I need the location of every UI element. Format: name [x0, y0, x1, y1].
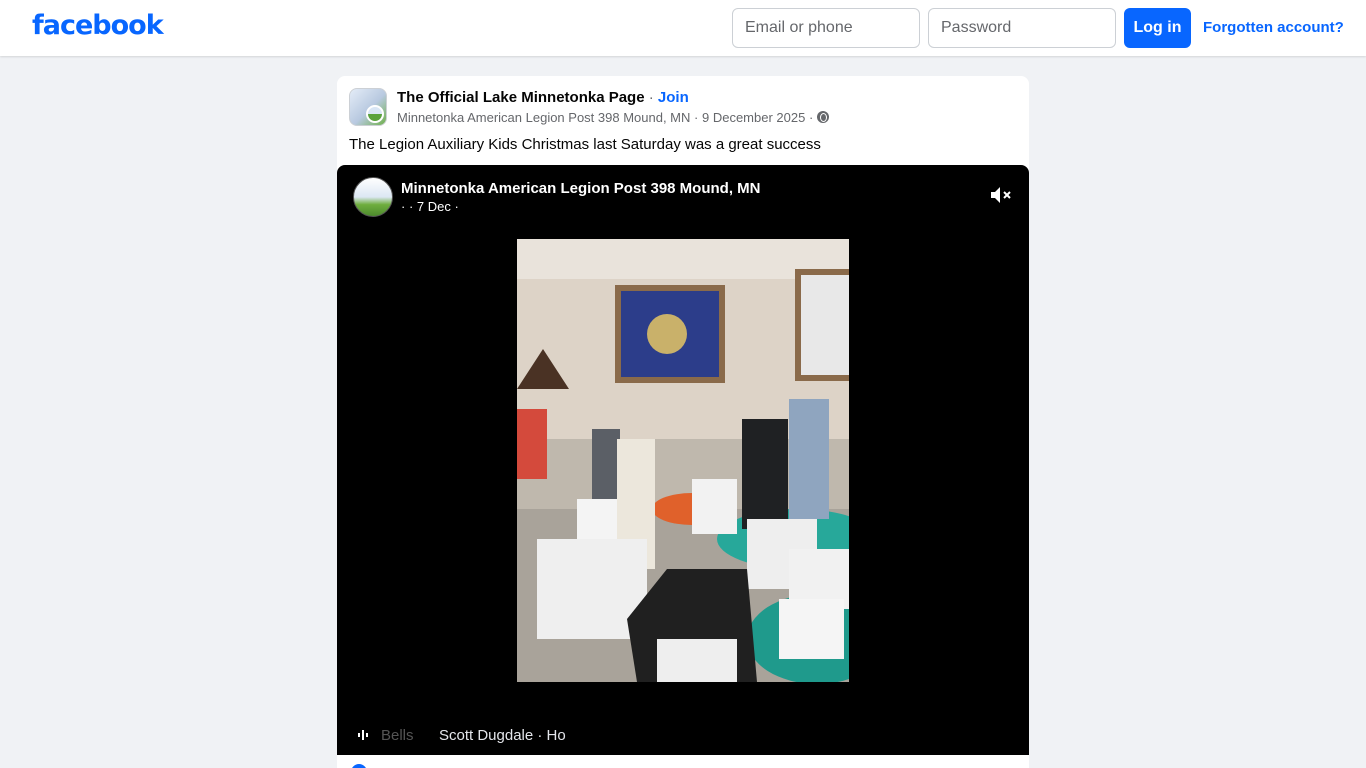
video-date: · · 7 Dec · — [401, 199, 459, 214]
author-avatar — [366, 105, 384, 123]
email-field[interactable] — [732, 8, 920, 48]
meta-separator-2: · — [808, 110, 814, 125]
page-avatar[interactable] — [349, 88, 387, 126]
facebook-logo[interactable]: facebook — [32, 10, 164, 41]
login-button[interactable]: Log in — [1124, 8, 1191, 48]
music-bars-icon — [358, 730, 368, 740]
post-caption: The Legion Auxiliary Kids Christmas last… — [349, 136, 821, 153]
join-link[interactable]: Join — [658, 89, 689, 106]
post-meta: Minnetonka American Legion Post 398 Moun… — [397, 110, 829, 125]
song-title: Bells — [381, 727, 414, 744]
song-artist[interactable]: Scott Dugdale · Ho — [439, 727, 566, 744]
forgotten-account-link[interactable]: Forgotten account? — [1203, 19, 1344, 36]
video-author-avatar[interactable] — [353, 177, 393, 217]
separator: · — [648, 89, 654, 106]
post-header-title: The Official Lake Minnetonka Page · Join — [397, 89, 689, 106]
video-author-name[interactable]: Minnetonka American Legion Post 398 Moun… — [401, 180, 760, 197]
video-player[interactable]: Minnetonka American Legion Post 398 Moun… — [337, 165, 1029, 755]
top-navigation-bar: facebook Log in Forgotten account? — [0, 0, 1366, 56]
mute-icon[interactable] — [989, 184, 1013, 206]
post-card: The Official Lake Minnetonka Page · Join… — [337, 76, 1029, 768]
password-field[interactable] — [928, 8, 1116, 48]
reaction-icon — [351, 764, 367, 768]
post-date-link[interactable]: 9 December 2025 — [702, 110, 805, 125]
post-author-link[interactable]: Minnetonka American Legion Post 398 Moun… — [397, 110, 690, 125]
globe-icon — [816, 111, 829, 123]
video-frame — [517, 239, 849, 682]
meta-separator: · — [694, 110, 699, 125]
page-name-link[interactable]: The Official Lake Minnetonka Page — [397, 89, 645, 106]
